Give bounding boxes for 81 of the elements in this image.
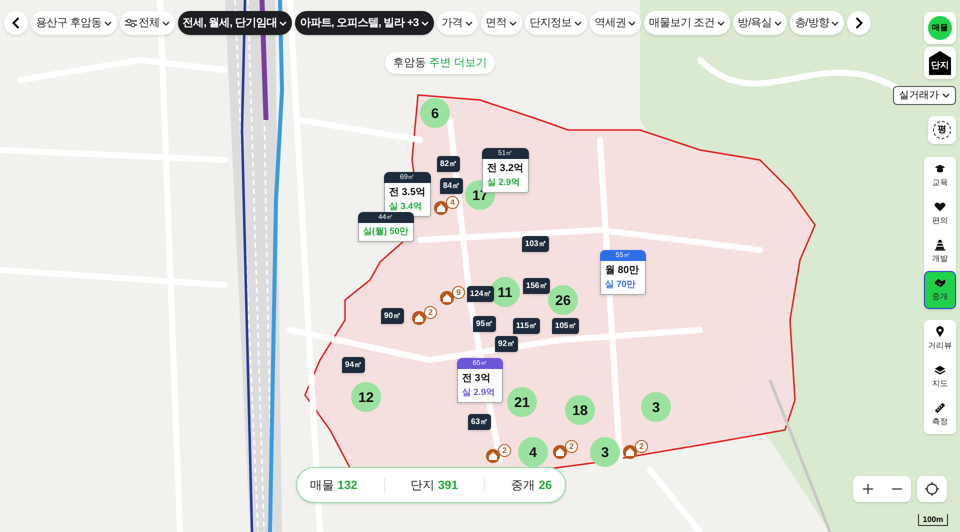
- area-tag[interactable]: 105㎡: [552, 318, 580, 334]
- area-tag[interactable]: 94㎡: [342, 357, 365, 373]
- price-mode-dropdown[interactable]: 실거래가: [893, 86, 956, 105]
- map-tool-button[interactable]: 측정: [924, 396, 956, 434]
- house-shape-icon: [443, 294, 451, 302]
- caret-icon: [162, 20, 170, 26]
- layers-icon: [934, 364, 946, 376]
- price-text: 월 80만: [605, 264, 640, 278]
- sliders-icon: [124, 18, 137, 28]
- filter-chip[interactable]: 단지정보: [524, 11, 587, 35]
- map-tool-button[interactable]: 편의: [924, 195, 956, 233]
- house-shape-icon: [415, 314, 423, 322]
- actual-price-text: 실 3.4억: [389, 200, 424, 213]
- caret-icon: [464, 20, 473, 26]
- area-tag[interactable]: 124㎡: [467, 286, 494, 302]
- actual-price-text: 실 70만: [605, 278, 637, 291]
- map-tool-button[interactable]: 중개: [924, 271, 956, 309]
- caret-icon: [420, 20, 429, 26]
- ruler-icon: [934, 402, 946, 414]
- price-text: 전 3억: [462, 372, 492, 386]
- nearby-more-button[interactable]: 후암동 주변 더보기: [385, 52, 496, 74]
- current-location-button[interactable]: [917, 476, 947, 502]
- area-tag[interactable]: 115㎡: [513, 318, 540, 334]
- caret-icon: [278, 20, 287, 26]
- caret-icon: [716, 20, 725, 26]
- filter-chip[interactable]: 매물보기 조건: [644, 11, 730, 35]
- broker-marker[interactable]: 4: [434, 196, 459, 215]
- area-tag[interactable]: 156㎡: [523, 278, 550, 294]
- area-tag[interactable]: 82㎡: [437, 156, 460, 172]
- filter-chip[interactable]: 아파트, 오피스텔, 빌라 +3: [294, 11, 434, 35]
- chevron-left-icon: [12, 17, 20, 29]
- broker-marker[interactable]: 2: [553, 440, 578, 459]
- chevron-right-icon: [854, 17, 863, 29]
- actual-price-text: 실(월) 50만: [363, 225, 409, 238]
- price-text: 전 3.5억: [389, 186, 426, 200]
- house-shape-icon: [626, 448, 634, 456]
- broker-marker[interactable]: 2: [486, 444, 511, 463]
- price-text: 전 3.2억: [487, 162, 524, 176]
- unit-toggle-button[interactable]: 평: [928, 116, 956, 144]
- summary-count: 단지 391: [410, 477, 458, 494]
- caret-icon: [942, 93, 950, 98]
- broker-marker[interactable]: 2: [623, 440, 648, 459]
- map-tool-button[interactable]: 지도: [924, 358, 956, 396]
- crosshair-icon: [925, 482, 939, 496]
- area-tag[interactable]: 84㎡: [440, 178, 463, 194]
- heart-icon: [934, 201, 946, 213]
- house-shape-icon: [437, 204, 445, 212]
- minus-icon: [892, 488, 902, 490]
- layer-button[interactable]: 단지: [924, 47, 956, 79]
- plus-icon: [862, 484, 872, 494]
- area-tag[interactable]: 92㎡: [495, 336, 518, 352]
- caret-icon: [774, 20, 782, 26]
- layer-button[interactable]: 매물: [924, 12, 956, 44]
- filter-chip[interactable]: 용산구 후암동: [31, 11, 117, 35]
- caret-icon: [574, 20, 582, 26]
- caret-icon: [830, 20, 839, 26]
- caret-icon: [104, 20, 112, 26]
- summary-count: 매물 132: [310, 477, 358, 494]
- map-tool-button[interactable]: 거리뷰: [924, 320, 956, 358]
- filter-chip[interactable]: 방/욕실: [732, 11, 787, 35]
- area-tag[interactable]: 63㎡: [468, 414, 491, 430]
- actual-price-text: 실 2.9억: [462, 386, 496, 399]
- area-tag[interactable]: 95㎡: [473, 316, 496, 332]
- cone-icon: [934, 239, 946, 251]
- map-tool-button[interactable]: 개발: [924, 233, 956, 271]
- filter-chip[interactable]: 전체: [120, 11, 175, 35]
- area-tag[interactable]: 103㎡: [522, 236, 550, 252]
- filter-chip[interactable]: 층/방향: [790, 11, 844, 35]
- caret-icon: [508, 20, 517, 26]
- area-tag[interactable]: 90㎡: [381, 308, 404, 324]
- broker-marker[interactable]: 9: [440, 286, 465, 305]
- caret-icon: [628, 20, 636, 26]
- broker-marker[interactable]: 2: [412, 306, 437, 325]
- map-tool-button[interactable]: 교육: [924, 157, 956, 195]
- house-shape-icon: [489, 452, 497, 460]
- summary-count: 중개 26: [511, 477, 552, 494]
- house-shape-icon: [556, 448, 564, 456]
- graduation-cap-icon: [934, 163, 946, 175]
- filter-chip[interactable]: 전세, 월세, 단기임대: [178, 11, 292, 35]
- pin-icon: [934, 326, 946, 338]
- scale-bar: 100m: [918, 514, 948, 526]
